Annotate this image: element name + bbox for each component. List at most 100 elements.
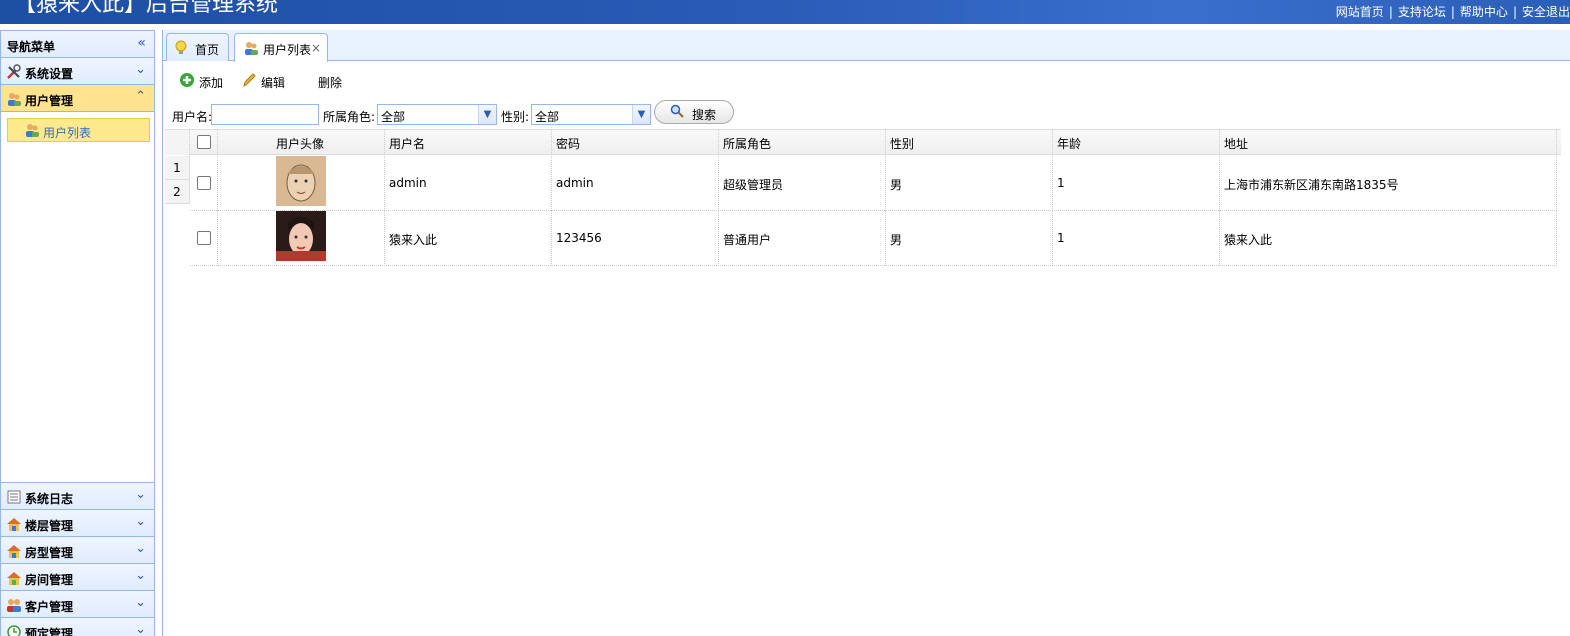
row-checkbox[interactable] [197,231,211,245]
menu-floor-management[interactable]: 楼层管理 ⌄ [1,510,154,537]
cell-text: 男 [890,178,903,192]
tab-home[interactable]: 首页 [166,33,229,61]
menu-system-settings[interactable]: 系统设置 ⌄ [1,58,154,85]
address-cell: 上海市浦东新区浦东南路1835号 [1220,156,1557,211]
role-label: 所属角色: [323,110,376,124]
cell-text: 猿来入此 [389,233,438,247]
col-avatar[interactable]: 用户头像 [218,130,385,155]
username-cell: 猿来入此 [385,211,552,266]
menu-customer-management[interactable]: 客户管理 ⌄ [1,591,154,618]
menu-label: 房间管理 [25,573,74,587]
row-number: 1 [165,156,190,180]
menu-label: 系统设置 [25,67,74,81]
toolbar: 添加 编辑 删除 [163,62,1570,100]
avatar [276,156,326,206]
rownum-header [165,130,190,155]
link-help-center[interactable]: 帮助中心 [1460,5,1508,19]
col-label: 所属角色 [723,137,772,151]
col-label: 用户名 [389,137,426,151]
password-cell: admin [552,156,719,211]
sidebar-title: 导航菜单 [7,40,56,54]
search-button[interactable]: 搜索 [654,100,734,124]
expand-chevron-icon: ⌄ [135,514,146,529]
tab-user-list[interactable]: 用户列表 × [234,33,328,62]
table-header: 用户头像 用户名 密码 所属角色 性别 年龄 地址 [165,130,1561,155]
bulb-icon [175,40,187,60]
col-sex[interactable]: 性别 [886,130,1053,155]
cell-text: 上海市浦东新区浦东南路1835号 [1224,178,1399,192]
col-role[interactable]: 所属角色 [719,130,886,155]
link-support-forum[interactable]: 支持论坛 [1398,5,1446,19]
age-cell: 1 [1053,211,1220,266]
col-label: 用户头像 [276,137,325,151]
col-label: 地址 [1224,137,1249,151]
row-select-cell [190,211,218,266]
header-links: 网站首页 | 支持论坛 | 帮助中心 | 安全退出 [1335,5,1570,19]
cell-text: admin [389,176,427,190]
menu-label: 预定管理 [25,627,74,636]
username-cell: admin [385,156,552,211]
menu-user-management[interactable]: 用户管理 ⌃ [1,85,154,112]
house-icon [6,570,22,586]
expand-chevron-icon: ⌄ [135,622,146,636]
username-search-input[interactable] [211,104,319,125]
cell-text: 123456 [556,231,602,245]
sex-select-value: 全部 [535,110,560,124]
cell-text: 普通用户 [723,233,772,247]
menu-booking-management[interactable]: 预定管理 ⌄ [1,618,154,636]
col-age[interactable]: 年龄 [1053,130,1220,155]
sex-select[interactable]: 全部 ▼ [531,104,651,125]
plus-icon [179,72,195,92]
main-panel: 首页 用户列表 × 添加 编辑 删除 用户名: 所属角色: 全部 ▼ 性别: 全… [162,30,1570,636]
tab-label: 首页 [195,43,220,57]
nav-sidebar: 导航菜单 « 系统设置 ⌄ 用户管理 ⌃ 用户列表 系统日志 ⌄ 楼层管理 ⌄ … [0,30,155,636]
table-row[interactable]: 猿来入此 123456 普通用户 男 1 猿来入此 [190,211,1557,266]
sex-cell: 男 [886,211,1053,266]
chevron-down-icon: ▼ [478,105,496,124]
add-label: 添加 [199,76,224,90]
avatar [276,211,326,261]
col-address[interactable]: 地址 [1220,130,1557,155]
cell-text: 男 [890,233,903,247]
col-label: 密码 [556,137,581,151]
chevron-down-icon: ▼ [632,105,650,124]
house-icon [6,543,22,559]
menu-room-type-management[interactable]: 房型管理 ⌄ [1,537,154,564]
link-logout[interactable]: 安全退出 [1522,5,1570,19]
col-password[interactable]: 密码 [552,130,719,155]
search-button-label: 搜索 [692,108,717,122]
search-bar: 用户名: 所属角色: 全部 ▼ 性别: 全部 ▼ [163,100,1570,130]
users-icon [24,122,40,142]
pencil-icon [241,72,257,92]
role-select[interactable]: 全部 ▼ [377,104,497,125]
cell-text: 超级管理员 [723,178,784,192]
log-icon [6,489,22,505]
collapse-sidebar-icon[interactable]: « [137,35,146,51]
search-icon [670,104,684,122]
menu-system-log[interactable]: 系统日志 ⌄ [1,483,154,510]
user-table: 用户头像 用户名 密码 所属角色 性别 年龄 地址 1 2 admin admi… [165,129,1561,269]
user-management-panel: 用户列表 [1,112,154,483]
users-icon [243,40,259,60]
col-label: 年龄 [1057,137,1082,151]
edit-label: 编辑 [261,76,286,90]
close-tab-icon[interactable]: × [311,41,321,55]
link-site-home[interactable]: 网站首页 [1336,5,1384,19]
select-all-checkbox[interactable] [197,135,211,149]
delete-label: 删除 [318,76,343,90]
expand-chevron-icon: ⌄ [135,487,146,502]
customer-icon [6,597,22,613]
table-row[interactable]: admin admin 超级管理员 男 1 上海市浦东新区浦东南路1835号 [190,156,1557,211]
tab-strip: 首页 用户列表 × [163,30,1570,62]
expand-chevron-icon: ⌄ [135,62,146,77]
sidebar-item-label: 用户列表 [43,126,92,140]
menu-room-management[interactable]: 房间管理 ⌄ [1,564,154,591]
menu-label: 房型管理 [25,546,74,560]
role-cell: 普通用户 [719,211,886,266]
menu-label: 客户管理 [25,600,74,614]
sex-label: 性别: [501,110,530,124]
row-checkbox[interactable] [197,176,211,190]
role-select-value: 全部 [381,110,406,124]
col-username[interactable]: 用户名 [385,130,552,155]
sidebar-item-user-list[interactable]: 用户列表 [7,118,150,142]
